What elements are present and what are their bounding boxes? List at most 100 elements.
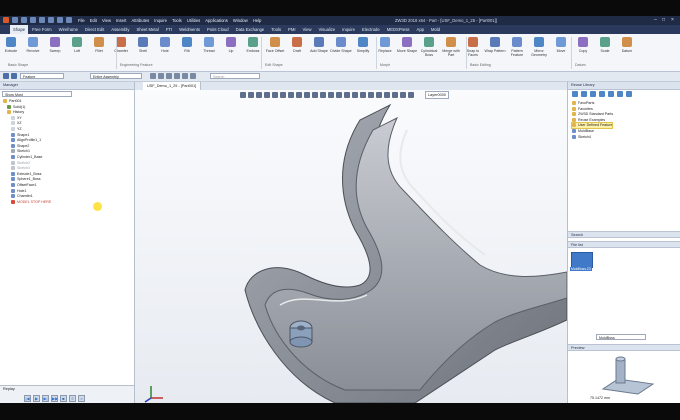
file-item-label[interactable]: MoldBoss.Z3 bbox=[570, 267, 592, 271]
hole-button[interactable]: Hole bbox=[157, 37, 173, 61]
new-icon[interactable] bbox=[12, 17, 18, 23]
tree-item[interactable]: Hole1 bbox=[11, 189, 26, 194]
tree-item[interactable]: Sketch1 bbox=[11, 149, 30, 154]
library-tool-icon[interactable] bbox=[581, 91, 587, 97]
tab-view[interactable]: View bbox=[300, 25, 315, 34]
tab-weldments[interactable]: Weldments bbox=[176, 25, 203, 34]
search-section[interactable]: Search bbox=[568, 231, 680, 238]
face-offset-button[interactable]: Face Offset bbox=[266, 37, 284, 61]
library-item[interactable]: Sketch4 bbox=[572, 135, 591, 140]
shell-button[interactable]: Shell bbox=[135, 37, 151, 61]
close-icon[interactable]: × bbox=[669, 17, 676, 23]
snap-to-faces-button[interactable]: Snap to Faces bbox=[465, 37, 481, 61]
revolve-button[interactable]: Revolve bbox=[25, 37, 41, 61]
tree-item[interactable]: XZ bbox=[11, 121, 22, 126]
menu-view[interactable]: View bbox=[102, 17, 111, 24]
search-input[interactable]: Search bbox=[210, 73, 260, 79]
sweep-button[interactable]: Sweep bbox=[47, 37, 63, 61]
tree-item[interactable]: YZ bbox=[11, 127, 22, 132]
replay-options-button[interactable]: ≡ bbox=[69, 395, 76, 402]
gear-icon[interactable] bbox=[57, 17, 63, 23]
menu-inquire[interactable]: Inquire bbox=[154, 17, 167, 24]
pick-icon[interactable] bbox=[3, 73, 9, 79]
emboss-button[interactable]: Emboss bbox=[245, 37, 261, 61]
snap-icon[interactable] bbox=[158, 73, 164, 79]
lock-icon[interactable] bbox=[190, 73, 196, 79]
select-icon[interactable] bbox=[150, 73, 156, 79]
tree-item[interactable]: Extrude1_Boss bbox=[11, 172, 41, 177]
replay-step-button[interactable]: ▶| bbox=[42, 395, 49, 402]
copy-button[interactable]: Copy bbox=[575, 37, 591, 61]
open-icon[interactable] bbox=[21, 17, 27, 23]
tree-item[interactable]: MODEL STOP HERE bbox=[11, 200, 51, 205]
menu-insert[interactable]: Insert bbox=[116, 17, 126, 24]
tab-point-cloud[interactable]: Point Cloud bbox=[204, 25, 232, 34]
pattern-feature-button[interactable]: Pattern Feature bbox=[509, 37, 525, 61]
redo-icon[interactable] bbox=[48, 17, 54, 23]
library-item[interactable]: FavoParts bbox=[572, 101, 594, 106]
menu-tools[interactable]: Tools bbox=[172, 17, 182, 24]
scale-button[interactable]: Scale bbox=[597, 37, 613, 61]
replay-start-button[interactable]: |◀ bbox=[24, 395, 31, 402]
thread-button[interactable]: Thread bbox=[201, 37, 217, 61]
menu-help[interactable]: Help bbox=[253, 17, 262, 24]
wrap-pattern-button[interactable]: Wrap Pattern bbox=[484, 37, 506, 61]
tree-item[interactable]: AlignProfile1_1 bbox=[11, 138, 41, 143]
menu-attributes[interactable]: Attributes bbox=[131, 17, 149, 24]
fillet-button[interactable]: Fillet bbox=[91, 37, 107, 61]
replay-stop-button[interactable]: ■ bbox=[60, 395, 67, 402]
library-tool-icon[interactable] bbox=[572, 91, 578, 97]
tree-item[interactable]: Sketch2 bbox=[11, 161, 30, 166]
add-shape-button[interactable]: Add Shape bbox=[310, 37, 328, 61]
tree-item[interactable]: Part001 bbox=[3, 99, 22, 104]
tab-tools[interactable]: Tools bbox=[268, 25, 284, 34]
tab-inquire[interactable]: Inquire bbox=[339, 25, 358, 34]
library-tool-icon[interactable] bbox=[599, 91, 605, 97]
extrude-button[interactable]: Extrude bbox=[3, 37, 19, 61]
filter-combo[interactable]: Feature bbox=[20, 73, 64, 79]
tree-item[interactable]: XY bbox=[11, 116, 22, 121]
tree-item[interactable]: Sphere1_Boss bbox=[11, 177, 41, 182]
replay-end-button[interactable]: ▶▶ bbox=[51, 395, 58, 402]
document-tab[interactable]: USF_Demo_1_25 - [Part001] bbox=[143, 82, 202, 90]
library-item[interactable]: ZW3D Standard Parts bbox=[572, 112, 613, 117]
tree-item[interactable]: Solid(1) bbox=[7, 105, 25, 110]
part-pocket[interactable] bbox=[264, 116, 567, 391]
tab-sheet-metal[interactable]: Sheet Metal bbox=[133, 25, 161, 34]
undo-icon[interactable] bbox=[39, 17, 45, 23]
draft-button[interactable]: Draft bbox=[289, 37, 305, 61]
library-tool-icon[interactable] bbox=[617, 91, 623, 97]
loft-button[interactable]: Loft bbox=[69, 37, 85, 61]
menu-applications[interactable]: Applications bbox=[205, 17, 228, 24]
tree-item[interactable]: Shape2 bbox=[11, 144, 29, 149]
library-item[interactable]: Favorites bbox=[572, 107, 593, 112]
tab-medspress[interactable]: MEDSPress bbox=[384, 25, 413, 34]
tab-mold[interactable]: Mold bbox=[428, 25, 443, 34]
file-combo[interactable]: MoldBoss bbox=[596, 334, 646, 340]
tab-fti[interactable]: FTI bbox=[163, 25, 175, 34]
tab-free-form[interactable]: Free Form bbox=[29, 25, 55, 34]
file-thumbnail[interactable] bbox=[571, 252, 593, 268]
tab-app[interactable]: App bbox=[414, 25, 427, 34]
cylindrical-boss-button[interactable]: Cylindrical Boss bbox=[421, 37, 437, 61]
grid-icon[interactable] bbox=[166, 73, 172, 79]
library-item[interactable]: User Defined Feature bbox=[570, 122, 614, 130]
replay-close-button[interactable]: × bbox=[78, 395, 85, 402]
merge-with-part-button[interactable]: Merge with Part bbox=[442, 37, 460, 61]
replace-button[interactable]: Replace bbox=[377, 37, 393, 61]
lip-button[interactable]: Lip bbox=[223, 37, 239, 61]
tab-pmi[interactable]: PMI bbox=[285, 25, 298, 34]
minimize-icon[interactable]: – bbox=[652, 17, 659, 23]
move-shape-button[interactable]: Move Shape bbox=[397, 37, 417, 61]
datum-button[interactable]: Datum bbox=[619, 37, 635, 61]
move-button[interactable]: Move bbox=[553, 37, 569, 61]
pin-icon[interactable] bbox=[182, 73, 188, 79]
scope-combo[interactable]: Entire Assembly bbox=[90, 73, 142, 79]
filter-icon[interactable] bbox=[11, 73, 17, 79]
library-item[interactable]: Reuse Examples bbox=[572, 118, 605, 123]
file-list-section[interactable]: File list bbox=[568, 241, 680, 248]
simplify-button[interactable]: Simplify bbox=[355, 37, 371, 61]
tree-item[interactable]: History bbox=[7, 110, 24, 115]
tab-visualize[interactable]: Visualize bbox=[316, 25, 339, 34]
filter-select[interactable]: Show Most bbox=[2, 91, 72, 97]
